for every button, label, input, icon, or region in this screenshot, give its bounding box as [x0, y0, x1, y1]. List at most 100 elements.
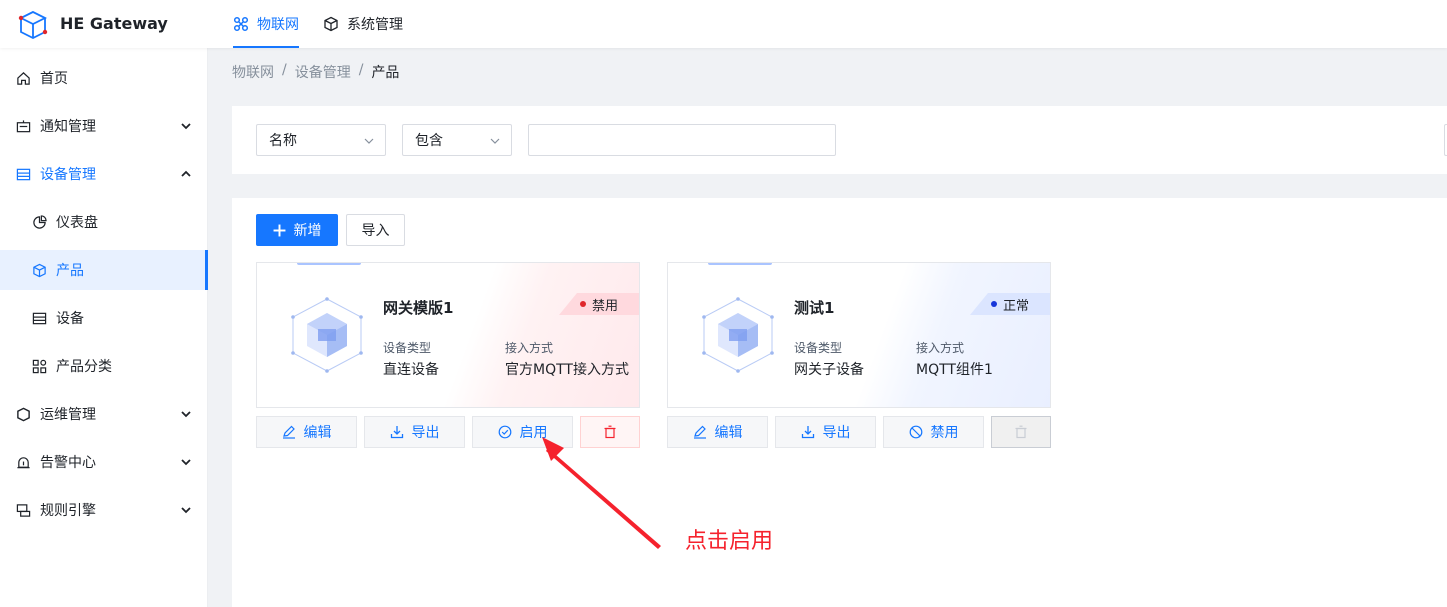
status-text: 正常 — [1002, 298, 1029, 314]
card-top-mark — [708, 263, 772, 265]
chevron-down-icon — [181, 507, 191, 514]
disable-button-label: 禁用 — [930, 425, 959, 441]
device-type-value: 直连设备 — [383, 362, 439, 378]
edit-button-label: 编辑 — [303, 425, 332, 441]
edit-button[interactable]: 编辑 — [256, 416, 357, 448]
download-icon — [801, 426, 814, 439]
sidebar-item-product[interactable]: 产品 — [0, 250, 208, 290]
import-button[interactable]: 导入 — [346, 214, 405, 246]
access-method-label: 接入方式 — [916, 341, 965, 355]
ops-icon — [15, 406, 31, 422]
filter-value-input[interactable] — [528, 124, 836, 156]
trash-icon — [604, 425, 616, 439]
breadcrumb-device-management[interactable]: 设备管理 — [295, 62, 351, 82]
access-method-label: 接入方式 — [505, 341, 554, 355]
product-name: 网关模版1 — [383, 299, 454, 317]
operator-select-value: 包含 — [415, 133, 443, 149]
export-button[interactable]: 导出 — [775, 416, 876, 448]
annotation-text: 点击启用 — [685, 529, 774, 554]
app-logo-icon — [18, 10, 48, 40]
status-dot — [579, 301, 586, 307]
breadcrumb: 物联网 / 设备管理 / 产品 — [232, 62, 399, 82]
home-icon — [15, 70, 31, 86]
export-button[interactable]: 导出 — [364, 416, 465, 448]
product-cube-icon — [702, 297, 774, 373]
breadcrumb-separator: / — [282, 62, 287, 78]
sidebar-item-label: 运维管理 — [40, 407, 96, 423]
notification-icon — [15, 118, 31, 134]
chevron-down-icon — [181, 411, 191, 418]
field-select-value: 名称 — [269, 133, 297, 149]
sidebar-item-label: 设备 — [56, 311, 84, 327]
breadcrumb-iot[interactable]: 物联网 — [232, 62, 274, 82]
field-select[interactable]: 名称 — [256, 124, 386, 156]
sidebar-item-label: 告警中心 — [40, 455, 96, 471]
export-button-label: 导出 — [822, 425, 851, 441]
category-icon — [31, 358, 47, 374]
delete-button[interactable] — [580, 416, 640, 448]
status-dot — [990, 301, 997, 307]
import-button-label: 导入 — [361, 223, 390, 239]
sidebar-item-label: 通知管理 — [40, 119, 96, 135]
download-icon — [390, 426, 403, 439]
tab-system-label: 系统管理 — [347, 17, 403, 33]
operator-select[interactable]: 包含 — [402, 124, 512, 156]
sidebar-item-label: 首页 — [40, 71, 68, 87]
edit-icon — [282, 425, 295, 439]
check-circle-icon — [498, 425, 511, 439]
sidebar-item-label: 设备管理 — [40, 167, 96, 183]
dashboard-icon — [31, 214, 47, 230]
sidebar-item-label: 仪表盘 — [56, 215, 98, 231]
sidebar-item-notification[interactable]: 通知管理 — [0, 106, 208, 146]
sidebar-item-label: 规则引擎 — [40, 503, 96, 519]
sidebar-item-device[interactable]: 设备 — [0, 298, 208, 338]
cube-icon — [31, 262, 47, 278]
product-list-panel: 新增 导入 网关模版1 禁用 设备类型 直连设备 接入方式 官方MQTT接入方式… — [232, 198, 1447, 607]
alarm-icon — [15, 454, 31, 470]
export-button-label: 导出 — [411, 425, 440, 441]
sidebar-item-device-management[interactable]: 设备管理 — [0, 154, 208, 194]
add-button[interactable]: 新增 — [256, 214, 338, 246]
iot-icon — [233, 16, 249, 32]
sidebar-item-product-category[interactable]: 产品分类 — [0, 346, 208, 386]
sidebar-item-label: 产品 — [56, 263, 84, 279]
card-top-mark — [297, 263, 361, 265]
edit-button[interactable]: 编辑 — [667, 416, 768, 448]
edit-button-label: 编辑 — [714, 425, 743, 441]
sidebar-item-rule-engine[interactable]: 规则引擎 — [0, 490, 208, 530]
status-text: 禁用 — [591, 298, 618, 314]
device-type-label: 设备类型 — [383, 341, 432, 355]
device-type-value: 网关子设备 — [794, 362, 864, 378]
filter-panel: 名称 包含 — [232, 106, 1447, 174]
status-badge: 正常 — [970, 293, 1050, 315]
ban-icon — [909, 425, 922, 439]
trash-icon — [1015, 425, 1027, 439]
rule-icon — [15, 502, 31, 518]
sidebar-item-ops[interactable]: 运维管理 — [0, 394, 208, 434]
access-method-value: 官方MQTT接入方式 — [505, 362, 629, 378]
chevron-up-icon — [181, 170, 191, 177]
top-bar: HE Gateway 物联网 系统管理 — [0, 0, 1447, 48]
breadcrumb-separator: / — [358, 62, 364, 78]
sidebar-item-label: 产品分类 — [56, 359, 112, 375]
sidebar-item-alarm[interactable]: 告警中心 — [0, 442, 208, 482]
enable-button[interactable]: 启用 — [472, 416, 573, 448]
enable-button-label: 启用 — [519, 425, 548, 441]
chevron-down-icon — [181, 123, 191, 130]
tab-iot[interactable]: 物联网 — [233, 0, 299, 48]
delete-button-disabled — [991, 416, 1051, 448]
device-list-icon — [15, 166, 31, 182]
tab-system-management[interactable]: 系统管理 — [323, 0, 403, 48]
product-card[interactable]: 测试1 正常 设备类型 网关子设备 接入方式 MQTT组件1 — [667, 262, 1051, 408]
plus-icon — [273, 224, 285, 236]
disable-button[interactable]: 禁用 — [883, 416, 984, 448]
sidebar-item-dashboard[interactable]: 仪表盘 — [0, 202, 208, 242]
cube-outline-icon — [324, 16, 338, 32]
edit-icon — [693, 425, 706, 439]
chevron-down-icon — [490, 138, 500, 144]
product-name: 测试1 — [794, 299, 835, 317]
sidebar-item-home[interactable]: 首页 — [0, 58, 208, 98]
chevron-down-icon — [181, 459, 191, 466]
product-card[interactable]: 网关模版1 禁用 设备类型 直连设备 接入方式 官方MQTT接入方式 — [256, 262, 640, 408]
add-button-label: 新增 — [293, 223, 322, 239]
